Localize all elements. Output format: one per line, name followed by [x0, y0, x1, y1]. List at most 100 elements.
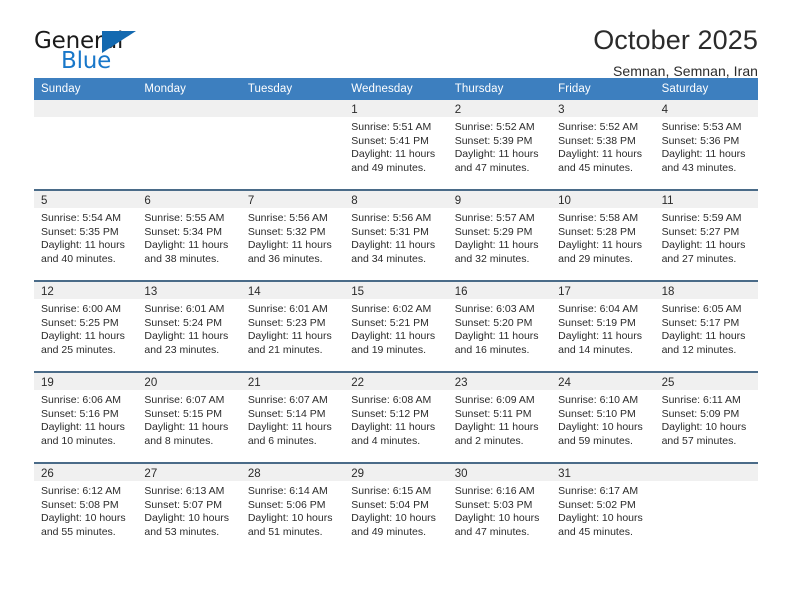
calendar-day-cell[interactable]: 28 Sunrise: 6:14 AM Sunset: 5:06 PM Dayligh… [240, 464, 345, 553]
calendar-day-cell[interactable]: 18 Sunrise: 6:05 AM Sunset: 5:17 PM Dayligh… [654, 282, 758, 371]
sunset-time: Sunset: 5:39 PM [454, 134, 533, 147]
calendar-day-cell[interactable]: 19 Sunrise: 6:06 AM Sunset: 5:16 PM Dayligh… [34, 373, 138, 462]
calendar-day-cell[interactable]: 25 Sunrise: 6:11 AM Sunset: 5:09 PM Dayligh… [654, 373, 758, 462]
day-details: Sunrise: 5:59 AM Sunset: 5:27 PM Daylight:… [655, 208, 758, 266]
sunrise-time: Sunrise: 6:00 AM [41, 303, 121, 315]
calendar-day-cell[interactable]: 15 Sunrise: 6:02 AM Sunset: 5:21 PM Dayligh… [344, 282, 448, 371]
daylight-duration-line1: Daylight: 11 hours [247, 421, 332, 434]
daylight-duration-line2: and 38 minutes. [144, 252, 220, 265]
calendar-day-cell[interactable]: 14 Sunrise: 6:01 AM Sunset: 5:23 PM Dayligh… [240, 282, 345, 371]
weekday-header-wednesday: Wednesday [351, 83, 413, 95]
daylight-duration-line2: and 2 minutes. [454, 434, 524, 447]
day-number-band [654, 464, 758, 481]
calendar-day-cell[interactable]: 22 Sunrise: 6:08 AM Sunset: 5:12 PM Dayligh… [344, 373, 448, 462]
daylight-duration-line2: and 27 minutes. [661, 252, 737, 265]
day-details [241, 117, 344, 121]
calendar-week-row: 1 Sunrise: 5:51 AM Sunset: 5:41 PM Daylight… [34, 100, 758, 189]
day-details [137, 117, 240, 121]
daylight-duration-line2: and 51 minutes. [247, 525, 323, 538]
page-title: October 2025 [593, 25, 758, 55]
calendar-day-cell[interactable]: 20 Sunrise: 6:07 AM Sunset: 5:15 PM Dayligh… [137, 373, 241, 462]
calendar-day-cell[interactable]: 23 Sunrise: 6:09 AM Sunset: 5:11 PM Dayligh… [447, 373, 552, 462]
day-details: Sunrise: 5:51 AM Sunset: 5:41 PM Daylight:… [344, 117, 447, 175]
calendar-day-cell[interactable]: 2 Sunrise: 5:52 AM Sunset: 5:39 PM Daylight… [447, 100, 552, 189]
daylight-duration-line2: and 43 minutes. [661, 161, 737, 174]
calendar-day-cell[interactable]: 16 Sunrise: 6:03 AM Sunset: 5:20 PM Dayligh… [447, 282, 552, 371]
day-number-band: 21 [240, 373, 345, 390]
calendar-day-cell[interactable]: 13 Sunrise: 6:01 AM Sunset: 5:24 PM Dayligh… [137, 282, 241, 371]
sunset-time: Sunset: 5:20 PM [454, 316, 533, 329]
daylight-duration-line2: and 25 minutes. [41, 343, 116, 356]
calendar-day-cell[interactable]: 24 Sunrise: 6:10 AM Sunset: 5:10 PM Dayligh… [551, 373, 655, 462]
sunrise-time: Sunrise: 5:55 AM [144, 212, 225, 224]
calendar-day-cell[interactable]: 3 Sunrise: 5:52 AM Sunset: 5:38 PM Daylight… [551, 100, 655, 189]
day-number-band: 4 [654, 100, 758, 117]
day-number: 20 [144, 377, 158, 389]
calendar-grid: Sunday Monday Tuesday Wednesday Thursday… [34, 78, 758, 553]
generalblue-logo[interactable]: General Blue [34, 26, 154, 76]
day-details: Sunrise: 6:03 AM Sunset: 5:20 PM Daylight:… [448, 299, 551, 357]
daylight-duration-line1: Daylight: 11 hours [454, 239, 539, 252]
day-number-band: 31 [551, 464, 655, 481]
sunrise-time: Sunrise: 6:04 AM [558, 303, 639, 315]
daylight-duration-line2: and 6 minutes. [247, 434, 317, 447]
sunrise-time: Sunrise: 5:52 AM [558, 121, 639, 133]
calendar-day-cell[interactable]: 8 Sunrise: 5:56 AM Sunset: 5:31 PM Daylight… [344, 191, 448, 280]
calendar-day-cell[interactable]: 17 Sunrise: 6:04 AM Sunset: 5:19 PM Dayligh… [551, 282, 655, 371]
day-details: Sunrise: 6:14 AM Sunset: 5:06 PM Daylight:… [241, 481, 344, 539]
calendar-day-cell[interactable]: 26 Sunrise: 6:12 AM Sunset: 5:08 PM Dayligh… [34, 464, 138, 553]
calendar-day-cell[interactable]: 21 Sunrise: 6:07 AM Sunset: 5:14 PM Dayligh… [240, 373, 345, 462]
calendar-day-cell[interactable]: 6 Sunrise: 5:55 AM Sunset: 5:34 PM Daylight… [137, 191, 241, 280]
day-number-band: 9 [447, 191, 552, 208]
daylight-duration-line2: and 59 minutes. [558, 434, 633, 447]
calendar-day-cell[interactable]: 4 Sunrise: 5:53 AM Sunset: 5:36 PM Daylight… [654, 100, 758, 189]
day-number-band: 28 [240, 464, 345, 481]
calendar-day-cell[interactable]: 29 Sunrise: 6:15 AM Sunset: 5:04 PM Dayligh… [344, 464, 448, 553]
calendar-week-row: 26 Sunrise: 6:12 AM Sunset: 5:08 PM Dayligh… [34, 462, 758, 553]
sunrise-time: Sunrise: 5:51 AM [351, 121, 432, 133]
day-number: 21 [247, 377, 261, 389]
day-number-band: 20 [137, 373, 241, 390]
day-number-band: 5 [34, 191, 138, 208]
sunset-time: Sunset: 5:15 PM [144, 407, 223, 420]
day-number-band [137, 100, 241, 117]
day-number-band [240, 100, 345, 117]
day-number-band: 18 [654, 282, 758, 299]
weekday-header-sunday: Sunday [41, 83, 81, 95]
calendar-day-cell[interactable]: 1 Sunrise: 5:51 AM Sunset: 5:41 PM Daylight… [344, 100, 448, 189]
calendar-day-cell[interactable]: 9 Sunrise: 5:57 AM Sunset: 5:29 PM Daylight… [447, 191, 552, 280]
day-details: Sunrise: 5:53 AM Sunset: 5:36 PM Daylight:… [655, 117, 758, 175]
sunrise-time: Sunrise: 6:08 AM [351, 394, 432, 406]
daylight-duration-line2: and 23 minutes. [144, 343, 220, 356]
calendar-day-cell[interactable]: 11 Sunrise: 5:59 AM Sunset: 5:27 PM Dayligh… [654, 191, 758, 280]
calendar-week-row: 19 Sunrise: 6:06 AM Sunset: 5:16 PM Dayligh… [34, 371, 758, 462]
calendar-day-cell[interactable]: 10 Sunrise: 5:58 AM Sunset: 5:28 PM Dayligh… [551, 191, 655, 280]
sunset-time: Sunset: 5:34 PM [144, 225, 223, 238]
day-number: 10 [558, 195, 571, 207]
sunset-time: Sunset: 5:11 PM [454, 407, 532, 420]
daylight-duration-line1: Daylight: 11 hours [41, 421, 125, 434]
calendar-day-cell[interactable]: 7 Sunrise: 5:56 AM Sunset: 5:32 PM Daylight… [240, 191, 345, 280]
day-number: 7 [247, 195, 255, 207]
daylight-duration-line2: and 49 minutes. [351, 525, 426, 538]
sunset-time: Sunset: 5:24 PM [144, 316, 223, 329]
calendar-day-cell[interactable]: 5 Sunrise: 5:54 AM Sunset: 5:35 PM Daylight… [34, 191, 138, 280]
daylight-duration-line1: Daylight: 11 hours [351, 239, 436, 252]
calendar-day-cell[interactable]: 27 Sunrise: 6:13 AM Sunset: 5:07 PM Dayligh… [137, 464, 241, 553]
day-number-band [34, 100, 138, 117]
day-details: Sunrise: 6:02 AM Sunset: 5:21 PM Daylight:… [344, 299, 447, 357]
day-number-band: 7 [240, 191, 345, 208]
day-details: Sunrise: 5:56 AM Sunset: 5:31 PM Daylight:… [344, 208, 447, 266]
sunset-time: Sunset: 5:04 PM [351, 498, 429, 511]
calendar-day-cell[interactable]: 30 Sunrise: 6:16 AM Sunset: 5:03 PM Dayligh… [447, 464, 552, 553]
day-details: Sunrise: 6:05 AM Sunset: 5:17 PM Daylight:… [655, 299, 758, 357]
sunrise-time: Sunrise: 6:05 AM [661, 303, 742, 315]
calendar-day-cell-empty [240, 100, 345, 189]
daylight-duration-line1: Daylight: 11 hours [558, 239, 642, 252]
calendar-day-cell[interactable]: 31 Sunrise: 6:17 AM Sunset: 5:02 PM Dayligh… [551, 464, 655, 553]
day-details [34, 117, 137, 121]
daylight-duration-line2: and 36 minutes. [247, 252, 323, 265]
sunrise-time: Sunrise: 6:06 AM [41, 394, 121, 406]
calendar-day-cell[interactable]: 12 Sunrise: 6:00 AM Sunset: 5:25 PM Dayligh… [34, 282, 138, 371]
day-number: 31 [558, 468, 571, 480]
